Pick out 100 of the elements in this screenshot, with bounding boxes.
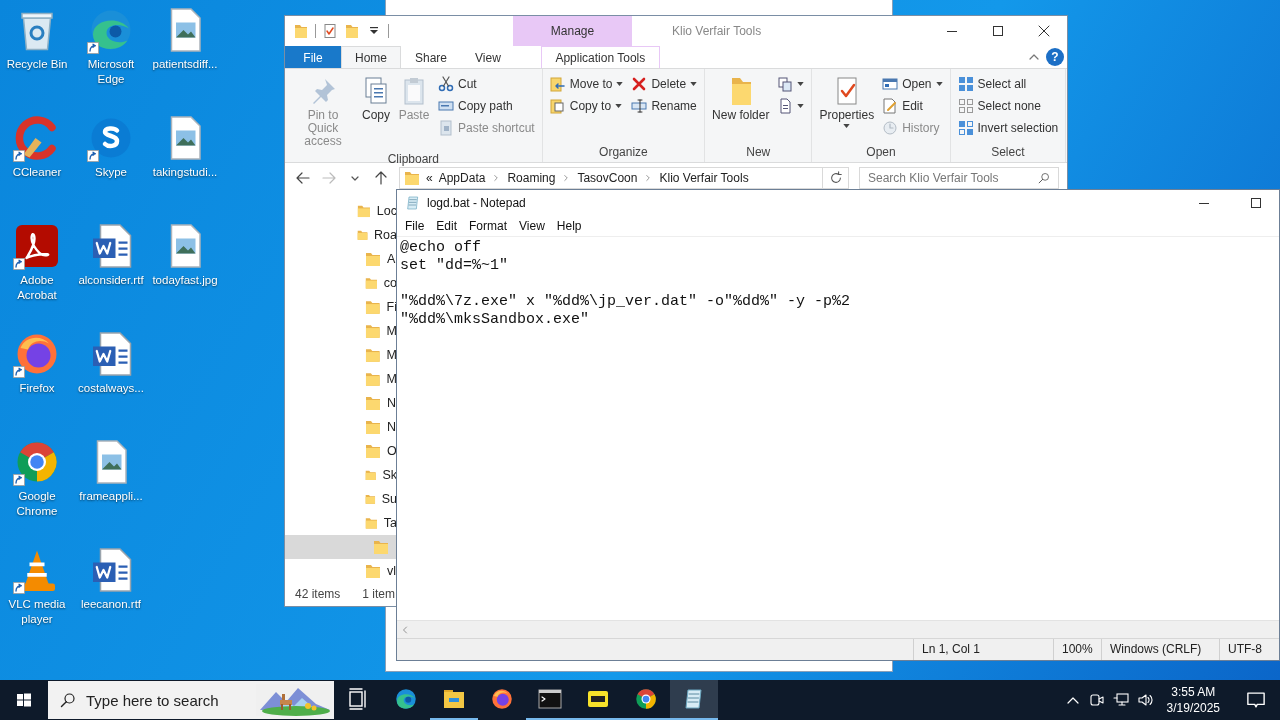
ribbon-button[interactable]: New folder bbox=[709, 71, 773, 146]
ribbon-button[interactable]: Invert selection bbox=[954, 117, 1062, 140]
desktop-icon-label[interactable]: takingstudi... bbox=[152, 165, 218, 180]
ribbon-button[interactable]: Copy bbox=[357, 71, 395, 153]
maximize-icon bbox=[990, 23, 1006, 39]
breadcrumb[interactable]: TasovCoon bbox=[577, 171, 638, 185]
help-button[interactable]: ? bbox=[1046, 48, 1064, 67]
tree-item[interactable]: M bbox=[285, 366, 397, 391]
overflow-mark[interactable]: « bbox=[426, 171, 433, 185]
text-content[interactable]: @echo off set "dd=%~1" "%dd%\7z.exe" x "%dd%\jp_ver.dat" -o"%dd%" -y -p%2 "%dd%\mksSandbox.exe" bbox=[400, 239, 1276, 329]
cursor-position: Ln 1, Col 1 bbox=[913, 639, 1053, 660]
desktop-icon-label[interactable]: Firefox bbox=[19, 381, 55, 396]
tree-item[interactable]: Sk bbox=[285, 462, 397, 487]
ribbon-tab[interactable]: Share bbox=[401, 46, 462, 69]
desktop-icon-label[interactable]: Google Chrome bbox=[0, 489, 74, 519]
ribbon-button[interactable]: Properties bbox=[816, 71, 878, 146]
tree-item[interactable]: M bbox=[285, 318, 397, 343]
tree-item[interactable]: A bbox=[285, 246, 397, 271]
acrobat-icon[interactable] bbox=[13, 222, 61, 270]
edge-icon bbox=[394, 687, 418, 711]
back-icon[interactable] bbox=[295, 170, 311, 186]
desktop-icon-label[interactable]: Skype bbox=[95, 165, 127, 180]
ribbon-button[interactable]: Rename bbox=[628, 95, 701, 118]
tree-item[interactable]: co bbox=[285, 270, 397, 295]
ribbon-button[interactable]: Copy path bbox=[435, 95, 538, 118]
notification-icon[interactable] bbox=[1246, 690, 1266, 710]
folder-icon bbox=[365, 250, 381, 267]
desktop-icon-label[interactable]: Microsoft Edge bbox=[74, 57, 148, 87]
tree-item[interactable]: Su bbox=[285, 486, 397, 511]
desktop-icon-label[interactable]: patientsdiff... bbox=[152, 57, 218, 72]
rename-icon bbox=[631, 98, 648, 115]
tree-item[interactable]: N bbox=[285, 414, 397, 439]
chrome-icon bbox=[634, 687, 658, 711]
caret-icon bbox=[797, 104, 805, 109]
folder-icon bbox=[365, 442, 381, 459]
desktop-icon-label[interactable]: costalways... bbox=[78, 381, 144, 396]
search-field[interactable]: Search Klio Verfair Tools bbox=[859, 167, 1059, 189]
desktop-icon-label[interactable]: todayfast.jpg bbox=[152, 273, 218, 288]
menu-item[interactable]: Format bbox=[463, 219, 514, 233]
minimize-icon bbox=[1199, 202, 1209, 204]
properties-icon[interactable] bbox=[322, 23, 338, 39]
desktop-icon-label[interactable]: leecanon.rtf bbox=[80, 597, 142, 612]
menu-item[interactable]: File bbox=[399, 219, 431, 233]
tree-item[interactable]: O bbox=[285, 438, 397, 463]
desktop-icon-label[interactable]: alconsider.rtf bbox=[78, 273, 144, 288]
folder-icon bbox=[365, 346, 381, 363]
ribbon-group-label: Select bbox=[990, 145, 1026, 162]
taskbar-app-button[interactable] bbox=[670, 680, 718, 720]
menu-item[interactable]: View bbox=[513, 219, 551, 233]
tree-item[interactable]: N bbox=[285, 390, 397, 415]
ribbon-button[interactable]: Select all bbox=[954, 73, 1062, 96]
desktop-icon-label[interactable]: Adobe Acrobat bbox=[0, 273, 74, 303]
caret-icon bbox=[615, 104, 623, 109]
breadcrumb[interactable]: Roaming bbox=[507, 171, 556, 185]
caret-icon bbox=[935, 82, 943, 87]
ribbon-tab[interactable]: View bbox=[461, 46, 515, 69]
up-icon[interactable] bbox=[373, 170, 389, 186]
ribbon-button[interactable]: Delete bbox=[628, 73, 701, 96]
ribbon-tab[interactable]: File bbox=[285, 46, 341, 69]
ribbon-button[interactable]: Copy to bbox=[546, 95, 627, 118]
camera-icon[interactable] bbox=[1088, 692, 1105, 708]
menu-item[interactable]: Edit bbox=[430, 219, 464, 233]
ribbon-tab[interactable]: Home bbox=[341, 46, 401, 69]
clipboard-icon bbox=[438, 120, 454, 137]
encoding: UTF-8 bbox=[1219, 639, 1279, 660]
tree-item[interactable]: Ta bbox=[285, 510, 397, 535]
ribbon-button[interactable]: Move to bbox=[546, 73, 627, 96]
desktop-icon-label[interactable]: frameappli... bbox=[79, 489, 143, 504]
tree-item[interactable]: M bbox=[285, 342, 397, 367]
breadcrumb[interactable]: AppData bbox=[438, 171, 486, 185]
window-title: Klio Verfair Tools bbox=[671, 24, 762, 38]
folder-icon bbox=[365, 418, 381, 435]
folder-icon bbox=[365, 370, 381, 387]
clock[interactable]: 3:55 AM 3/19/2025 bbox=[1160, 684, 1226, 716]
ribbon-group-label: Organize bbox=[598, 145, 649, 162]
status-text: 1 item bbox=[362, 587, 396, 602]
tree-item[interactable]: vl bbox=[285, 558, 397, 583]
refresh-button[interactable] bbox=[823, 167, 849, 189]
ribbon-button[interactable]: Select none bbox=[954, 95, 1062, 118]
address-bar[interactable]: « AppData Roaming TasovCoon Klio Verfair Tools bbox=[399, 167, 823, 189]
desktop-icon-label[interactable]: CCleaner bbox=[12, 165, 62, 180]
invert-selection-icon bbox=[957, 120, 974, 137]
ribbon-button[interactable]: Open bbox=[879, 73, 946, 96]
window-title: logd.bat - Notepad bbox=[427, 196, 526, 210]
network-icon[interactable] bbox=[1112, 692, 1129, 708]
search-field[interactable]: Type here to search bbox=[48, 681, 334, 719]
desktop-icon-label[interactable]: Recycle Bin bbox=[6, 57, 68, 72]
horizontal-scrollbar[interactable] bbox=[397, 620, 1279, 638]
breadcrumb[interactable]: Klio Verfair Tools bbox=[659, 171, 749, 185]
tree-item[interactable]: Fi bbox=[285, 294, 397, 319]
ribbon-button[interactable]: Edit bbox=[879, 95, 946, 118]
windows-logo-icon bbox=[16, 692, 32, 708]
tree-item[interactable]: Loc bbox=[285, 198, 397, 223]
firefox-icon bbox=[490, 687, 514, 711]
delete-icon bbox=[631, 76, 648, 93]
speaker-icon[interactable] bbox=[1136, 692, 1153, 708]
desktop-icon-label[interactable]: VLC media player bbox=[0, 597, 74, 627]
menu-item[interactable]: Help bbox=[550, 219, 588, 233]
tree-item[interactable]: Roa bbox=[285, 222, 397, 247]
ribbon-button[interactable]: Cut bbox=[435, 73, 538, 96]
